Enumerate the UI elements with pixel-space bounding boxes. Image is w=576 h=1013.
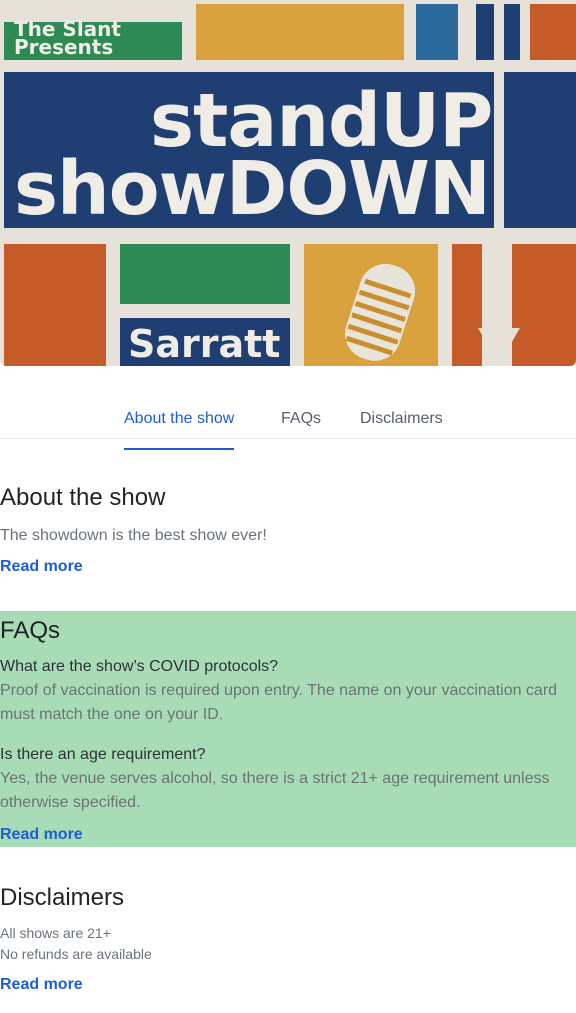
faqs-section: FAQs What are the show’s COVID protocols… — [0, 611, 576, 847]
faqs-read-more-link[interactable]: Read more — [0, 826, 83, 844]
poster-venue-text: Sarratt — [128, 322, 281, 366]
about-description: The showdown is the best show ever! — [0, 527, 267, 544]
faq-answer: Yes, the venue serves alcohol, so there … — [0, 770, 550, 811]
disclaimers-read-more-link[interactable]: Read more — [0, 976, 83, 994]
about-section-title: About the show — [0, 484, 166, 511]
microphone-icon — [345, 263, 416, 361]
poster-presenter-text: The Slant Presents — [14, 17, 121, 59]
tab-faqs[interactable]: FAQs — [281, 410, 321, 438]
section-tabs: About the show FAQs Disclaimers — [0, 398, 576, 450]
faq-question: Is there an age requirement? — [0, 746, 206, 763]
about-read-more-link[interactable]: Read more — [0, 558, 83, 576]
disclaimer-item: No refunds are available — [0, 946, 152, 962]
faq-answer: Proof of vaccination is required upon en… — [0, 682, 558, 723]
faq-question: What are the show’s COVID protocols? — [0, 658, 279, 675]
tab-disclaimers[interactable]: Disclaimers — [360, 410, 443, 438]
show-poster-image: The Slant Presents standUP showDOWN Sarr… — [0, 0, 576, 366]
faqs-section-title: FAQs — [0, 617, 61, 644]
disclaimer-item: All shows are 21+ — [0, 925, 111, 941]
disclaimers-section-title: Disclaimers — [0, 884, 125, 911]
tab-about-the-show[interactable]: About the show — [124, 410, 235, 450]
poster-title-line2: showDOWN — [14, 146, 491, 232]
